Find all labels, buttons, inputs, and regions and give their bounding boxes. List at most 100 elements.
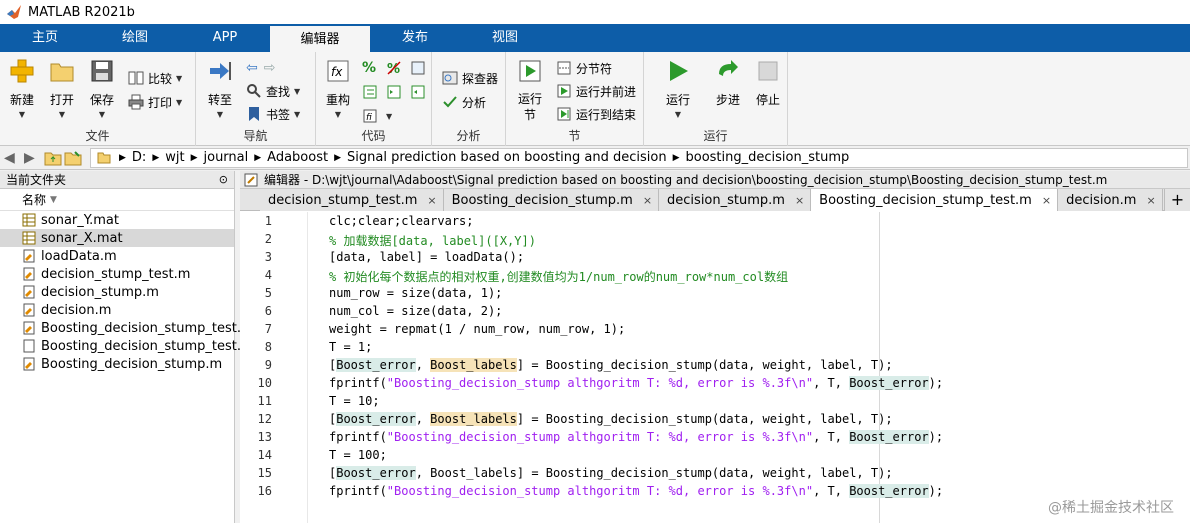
file-item[interactable]: sonar_X.mat bbox=[0, 229, 234, 247]
browse-folder-icon[interactable] bbox=[64, 150, 82, 166]
save-button[interactable]: 保存 ▼ bbox=[82, 58, 122, 119]
code-line[interactable]: weight = repmat(1 / num_row, num_row, 1)… bbox=[329, 322, 625, 336]
panel-menu-icon[interactable]: ⊙ bbox=[219, 173, 228, 186]
breadcrumb-item[interactable]: Signal prediction based on boosting and … bbox=[347, 150, 667, 165]
file-item[interactable]: loadData.m bbox=[0, 247, 234, 265]
back-arrow-icon[interactable]: ⇦ bbox=[246, 60, 258, 76]
close-icon[interactable]: × bbox=[795, 194, 804, 207]
breadcrumb-separator-icon: ▶ bbox=[152, 152, 160, 163]
breadcrumb-separator-icon: ▶ bbox=[334, 152, 342, 163]
breadcrumb-item[interactable]: D: bbox=[132, 150, 146, 165]
breadcrumb-item[interactable]: journal bbox=[204, 150, 249, 165]
wrap-comments-button[interactable] bbox=[410, 58, 430, 78]
code-line[interactable]: fprintf("Boosting_decision_stump althgor… bbox=[329, 484, 943, 498]
tab-home[interactable]: 主页 bbox=[0, 24, 90, 52]
tab-apps[interactable]: APP bbox=[180, 24, 270, 52]
open-button[interactable]: 打开 ▼ bbox=[42, 58, 82, 119]
line-number-gutter: 1 2 3 4 5 6 7 8 9 10 11 12 13 14 15 16 bbox=[240, 212, 308, 523]
column-header-name[interactable]: 名称 ▼ bbox=[0, 189, 234, 211]
code-line[interactable]: % 加载数据[data, label]([X,Y]) bbox=[329, 232, 536, 249]
file-name: loadData.m bbox=[41, 248, 117, 264]
code-line[interactable]: [Boost_error, Boost_labels] = Boosting_d… bbox=[329, 358, 893, 372]
file-item[interactable]: decision_stump.m bbox=[0, 283, 234, 301]
profiler-button[interactable]: 探查器 bbox=[442, 68, 498, 88]
forward-arrow-icon[interactable]: ⇨ bbox=[264, 60, 276, 76]
close-icon[interactable]: × bbox=[1042, 194, 1051, 207]
analyze-button[interactable]: 分析 bbox=[442, 92, 486, 112]
breadcrumb[interactable]: ▶ D: ▶ wjt ▶ journal ▶ Adaboost ▶ Signal… bbox=[90, 147, 1188, 168]
code-line[interactable]: fprintf("Boosting_decision_stump althgor… bbox=[329, 376, 943, 390]
code-line[interactable]: [Boost_error, Boost_labels] = Boosting_d… bbox=[329, 412, 893, 426]
close-icon[interactable]: × bbox=[643, 194, 652, 207]
code-line[interactable]: [data, label] = loadData(); bbox=[329, 250, 524, 264]
file-item[interactable]: decision.m bbox=[0, 301, 234, 319]
forward-nav-icon[interactable]: ▶ bbox=[24, 150, 42, 166]
code-token: "Boosting_decision_stump althgoritm T: %… bbox=[386, 484, 814, 498]
code-line[interactable]: num_row = size(data, 1); bbox=[329, 286, 502, 300]
m-file-icon bbox=[23, 249, 35, 263]
code-area[interactable]: 1 2 3 4 5 6 7 8 9 10 11 12 13 14 15 16 clc;clear;clearv… bbox=[240, 212, 1190, 523]
line-number: 7 bbox=[264, 322, 272, 336]
file-item[interactable]: Boosting_decision_stump_test.m bbox=[0, 319, 254, 337]
compare-button[interactable]: 比较 ▼ bbox=[128, 68, 182, 88]
editor-tab[interactable]: decision.m × bbox=[1058, 189, 1163, 211]
uncomment-button[interactable]: % bbox=[386, 58, 406, 78]
breadcrumb-item[interactable]: boosting_decision_stump bbox=[686, 150, 850, 165]
code-line[interactable]: T = 10; bbox=[329, 394, 380, 408]
refactor-button[interactable]: fx 重构 ▼ bbox=[318, 58, 358, 119]
code-line[interactable]: [Boost_error, Boost_labels] = Boosting_d… bbox=[329, 466, 893, 480]
editor-tab[interactable]: Boosting_decision_stump_test.m × bbox=[811, 189, 1059, 211]
decrease-indent-button[interactable] bbox=[410, 82, 430, 102]
file-item[interactable]: decision_stump_test.m bbox=[0, 265, 234, 283]
code-line[interactable]: num_col = size(data, 2); bbox=[329, 304, 502, 318]
insert-function-button[interactable]: fi ▼ bbox=[362, 106, 392, 126]
run-button[interactable]: 运行 ▼ bbox=[658, 58, 698, 119]
back-nav-icon[interactable]: ◀ bbox=[4, 150, 22, 166]
step-button[interactable]: 步进 bbox=[708, 58, 748, 108]
increase-indent-icon bbox=[387, 85, 401, 99]
editor-tab[interactable]: decision_stump_test.m × bbox=[260, 189, 444, 211]
increase-indent-button[interactable] bbox=[386, 82, 406, 102]
current-folder-panel: 当前文件夹 ⊙ 名称 ▼ sonar_Y.mat sonar_X.mat loadD… bbox=[0, 171, 261, 523]
new-button[interactable]: 新建 ▼ bbox=[2, 58, 42, 119]
close-icon[interactable]: × bbox=[427, 194, 436, 207]
editor-tab[interactable]: Boosting_decision_stump.m × bbox=[443, 189, 660, 211]
tab-plots[interactable]: 绘图 bbox=[90, 24, 180, 52]
bookmark-button[interactable]: 书签 ▼ bbox=[246, 104, 300, 124]
code-line[interactable]: fprintf("Boosting_decision_stump althgor… bbox=[329, 430, 943, 444]
close-icon[interactable]: × bbox=[1146, 194, 1155, 207]
group-label-code: 代码 bbox=[361, 129, 386, 143]
code-line[interactable]: clc;clear;clearvars; bbox=[329, 214, 474, 228]
tab-view[interactable]: 视图 bbox=[460, 24, 550, 52]
find-button[interactable]: 查找 ▼ bbox=[246, 81, 300, 101]
code-line[interactable]: T = 100; bbox=[329, 448, 387, 462]
tab-publish[interactable]: 发布 bbox=[370, 24, 460, 52]
run-to-end-button[interactable]: 运行到结束 bbox=[556, 104, 636, 124]
run-and-advance-button[interactable]: 运行并前进 bbox=[556, 81, 636, 101]
run-section-button[interactable]: 运行节 bbox=[510, 58, 550, 123]
add-tab-button[interactable]: + bbox=[1164, 189, 1190, 211]
stop-button[interactable]: 停止 bbox=[748, 58, 788, 108]
code-line[interactable]: T = 1; bbox=[329, 340, 372, 354]
section-break-button[interactable]: 分节符 bbox=[556, 58, 612, 78]
file-item[interactable]: sonar_Y.mat bbox=[0, 211, 234, 229]
ribbon-group-navigate: 转至 ▼ ⇦ ⇨ 查找 ▼ 书签 ▼ 导航 bbox=[196, 52, 316, 146]
goto-button[interactable]: 转至 ▼ bbox=[200, 58, 240, 119]
line-number: 6 bbox=[264, 304, 272, 318]
comment-button[interactable]: % bbox=[362, 58, 376, 78]
back-forward-buttons[interactable]: ⇦ ⇨ bbox=[246, 58, 275, 78]
breadcrumb-item[interactable]: Adaboost bbox=[267, 150, 328, 165]
code-token: , T, bbox=[813, 430, 850, 444]
editor-tab[interactable]: decision_stump.m × bbox=[659, 189, 812, 211]
line-number: 13 bbox=[257, 430, 272, 444]
breadcrumb-item[interactable]: wjt bbox=[165, 150, 184, 165]
smart-indent-button[interactable] bbox=[362, 82, 382, 102]
print-button[interactable]: 打印 ▼ bbox=[128, 92, 182, 112]
file-item[interactable]: Boosting_decision_stump.m bbox=[0, 355, 234, 373]
tab-editor[interactable]: 编辑器 bbox=[270, 24, 370, 52]
code-line[interactable]: % 初始化每个数据点的相对权重,创建数值均为1/num_row的num_row*… bbox=[329, 268, 788, 285]
file-item[interactable]: Boosting_decision_stump_test.a... bbox=[0, 337, 261, 355]
code-token: T = 10; bbox=[329, 394, 380, 408]
folder-up-icon[interactable] bbox=[44, 150, 62, 166]
goto-arrow-icon bbox=[210, 62, 231, 80]
